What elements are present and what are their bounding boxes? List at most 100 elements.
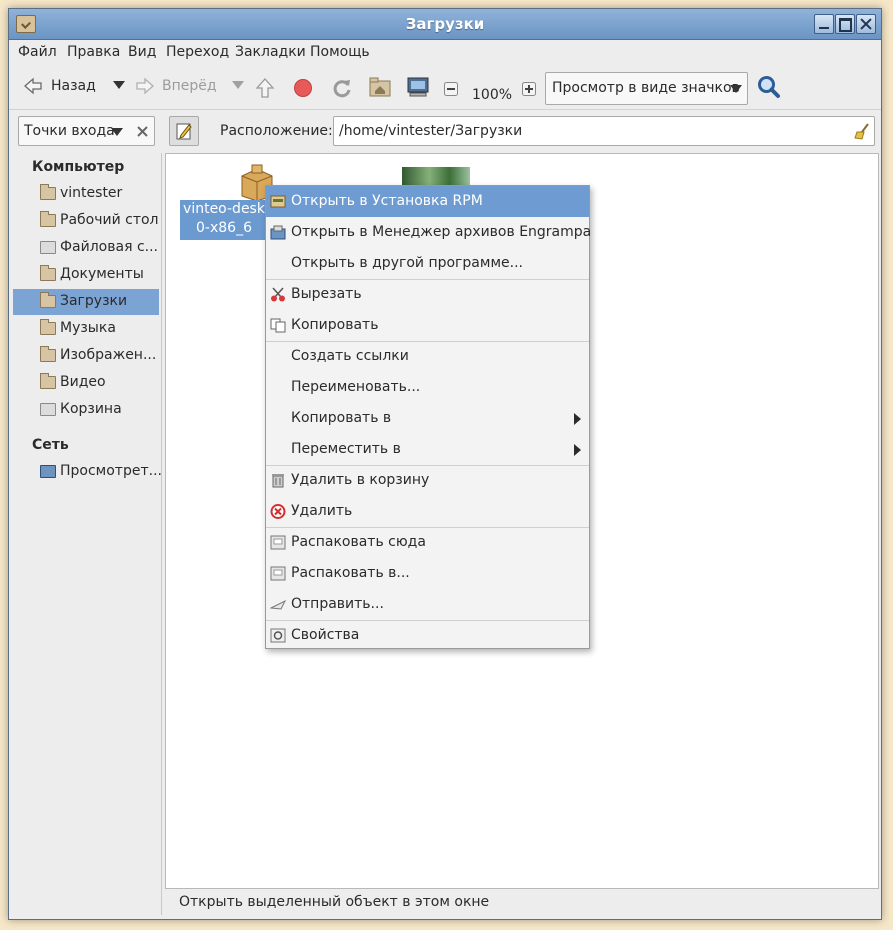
maximize-button[interactable]: [835, 14, 855, 34]
sidebar-item-trash[interactable]: Корзина: [13, 397, 159, 423]
context-menu: Открыть в Установка RPM Открыть в Менедж…: [265, 185, 592, 651]
menu-item-label: Открыть в Установка RPM: [291, 193, 483, 209]
computer-icon[interactable]: [406, 76, 430, 98]
copy-icon: [270, 318, 286, 333]
sidebar-item-label: vintester: [60, 185, 123, 201]
sidebar-item-label: Видео: [60, 374, 106, 390]
stop-icon[interactable]: [293, 78, 313, 98]
menu-item-move-to-trash[interactable]: Удалить в корзину: [266, 465, 589, 496]
file-name-line: vinteo-desk: [183, 201, 265, 217]
menu-item-copy-to[interactable]: Копировать в: [266, 403, 589, 434]
music-folder-icon: [40, 319, 56, 335]
image-thumbnail[interactable]: [402, 167, 470, 187]
menu-item-properties[interactable]: Свойства: [266, 620, 589, 651]
menu-bar: Файл Правка Вид Переход Закладки Помощь: [9, 40, 881, 64]
downloads-folder-icon: [40, 292, 56, 308]
view-mode-select[interactable]: Просмотр в виде значков: [545, 72, 748, 105]
location-path: /home/vintester/Загрузки: [339, 123, 523, 139]
sidebar-header-computer: Компьютер: [32, 159, 125, 175]
sidebar-item-filesystem[interactable]: Файловая с...: [13, 235, 159, 261]
send-icon: [270, 599, 286, 610]
menu-help[interactable]: Помощь: [310, 44, 370, 60]
sidebar-item-music[interactable]: Музыка: [13, 316, 159, 342]
places-select[interactable]: Точки входа: [18, 116, 155, 146]
trash-icon: [272, 474, 284, 488]
properties-icon: [270, 628, 286, 643]
menu-item-move-to[interactable]: Переместить в: [266, 434, 589, 465]
menu-item-rename[interactable]: Переименовать...: [266, 372, 589, 403]
edit-location-button[interactable]: [169, 116, 199, 146]
status-bar: Открыть выделенный объект в этом окне: [165, 890, 877, 916]
menu-item-extract-here[interactable]: Распаковать сюда: [266, 527, 589, 558]
menu-item-label: Копировать: [291, 317, 379, 333]
forward-arrow-icon: [136, 77, 154, 95]
menu-item-send[interactable]: Отправить...: [266, 589, 589, 620]
forward-history-dropdown-icon[interactable]: [232, 81, 244, 89]
menu-item-label: Удалить: [291, 503, 353, 519]
sidebar-item-label: Корзина: [60, 401, 122, 417]
menu-item-label: Удалить в корзину: [291, 472, 430, 488]
close-button[interactable]: [856, 14, 876, 34]
menu-item-create-links[interactable]: Создать ссылки: [266, 341, 589, 372]
drive-icon: [40, 241, 56, 254]
menu-item-open-engrampa[interactable]: Открыть в Менеджер архивов Engrampa: [266, 217, 592, 248]
menu-view[interactable]: Вид: [128, 44, 156, 60]
submenu-arrow-icon: [574, 444, 581, 456]
zoom-out-icon[interactable]: [444, 82, 458, 96]
up-arrow-icon[interactable]: [255, 77, 275, 99]
file-item-selected[interactable]: vinteo-desk 0-x86_6: [180, 200, 268, 240]
clear-broom-icon[interactable]: [854, 123, 870, 140]
zoom-level[interactable]: 100%: [472, 87, 512, 103]
archive-manager-icon: [270, 225, 286, 240]
menu-item-label: Отправить...: [291, 596, 384, 612]
location-input[interactable]: /home/vintester/Загрузки: [333, 116, 875, 146]
sidebar-item-label: Просмотрет...: [60, 463, 162, 479]
reload-icon[interactable]: [331, 77, 353, 99]
trash-icon: [40, 403, 56, 416]
menu-go[interactable]: Переход: [166, 44, 229, 60]
sidebar-item-documents[interactable]: Документы: [13, 262, 159, 288]
search-icon[interactable]: [757, 75, 781, 99]
chevron-down-icon: [111, 128, 123, 136]
extract-icon: [270, 535, 286, 550]
title-bar[interactable]: Загрузки: [9, 9, 881, 40]
menu-item-open-rpm-installer[interactable]: Открыть в Установка RPM: [266, 186, 589, 217]
sidebar-item-videos[interactable]: Видео: [13, 370, 159, 396]
zoom-in-icon[interactable]: [522, 82, 536, 96]
menu-item-open-other[interactable]: Открыть в другой программе...: [266, 248, 589, 279]
package-installer-icon: [270, 195, 286, 208]
sidebar-item-label: Музыка: [60, 320, 116, 336]
sidebar-item-downloads[interactable]: Загрузки: [13, 289, 159, 315]
home-folder-icon[interactable]: [369, 77, 391, 97]
back-button[interactable]: Назад: [17, 69, 135, 103]
menu-item-label: Распаковать сюда: [291, 534, 426, 550]
menu-item-delete[interactable]: Удалить: [266, 496, 589, 527]
menu-item-extract-to[interactable]: Распаковать в...: [266, 558, 589, 589]
delete-icon: [270, 504, 286, 519]
menu-item-label: Копировать в: [291, 410, 392, 426]
menu-item-label: Открыть в Менеджер архивов Engrampa: [291, 224, 592, 240]
forward-label: Вперёд: [162, 78, 217, 94]
back-label: Назад: [51, 78, 96, 94]
menu-item-label: Переименовать...: [291, 379, 421, 395]
close-sidebar-icon[interactable]: [137, 126, 148, 137]
menu-item-cut[interactable]: Вырезать: [266, 279, 589, 310]
menu-bookmarks[interactable]: Закладки: [235, 44, 306, 60]
menu-item-label: Свойства: [291, 627, 360, 643]
menu-file[interactable]: Файл: [18, 44, 57, 60]
places-select-label: Точки входа: [24, 123, 115, 139]
sidebar-item-browse-network[interactable]: Просмотрет...: [13, 459, 162, 485]
forward-button[interactable]: Вперёд: [131, 69, 244, 103]
back-history-dropdown-icon[interactable]: [113, 81, 125, 89]
sidebar-item-desktop[interactable]: Рабочий стол: [13, 208, 159, 234]
sidebar-item-pictures[interactable]: Изображен...: [13, 343, 159, 369]
sidebar-item-home[interactable]: vintester: [13, 181, 159, 207]
videos-folder-icon: [40, 373, 56, 389]
scissors-icon: [271, 287, 285, 302]
menu-item-copy[interactable]: Копировать: [266, 310, 589, 341]
minimize-button[interactable]: [814, 14, 834, 34]
status-text: Открыть выделенный объект в этом окне: [179, 894, 490, 910]
home-folder-icon: [40, 184, 56, 200]
menu-edit[interactable]: Правка: [67, 44, 120, 60]
menu-item-label: Создать ссылки: [291, 348, 409, 364]
